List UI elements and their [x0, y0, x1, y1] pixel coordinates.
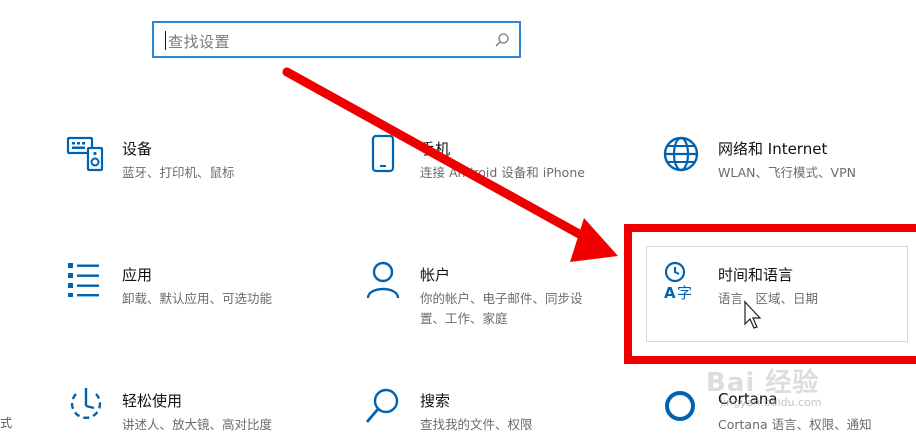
tile-description-line: 你的帐户、电子邮件、同步设: [420, 291, 583, 306]
tile-title: 轻松使用: [122, 392, 183, 410]
device-keyboard-speaker-icon: [66, 136, 104, 172]
phone-icon: [371, 134, 395, 173]
tile-description: 蓝牙、打印机、鼠标: [122, 165, 235, 180]
cut-off-text: 式: [0, 416, 13, 430]
search-icon[interactable]: [494, 32, 510, 48]
tile-description: 你的帐户、电子邮件、同步设 置、工作、家庭: [420, 289, 583, 329]
tile-description: WLAN、飞行模式、VPN: [718, 165, 856, 180]
search-box[interactable]: 查找设置: [152, 21, 521, 58]
tile-title: 设备: [122, 140, 153, 158]
globe-icon: [663, 136, 699, 172]
tile-description: Cortana 语言、权限、通知: [718, 417, 872, 432]
tile-description: 卸载、默认应用、可选功能: [122, 291, 273, 306]
text-caret: [165, 31, 166, 50]
tile-description: 查找我的文件、权限: [420, 417, 533, 432]
magnifier-icon: [365, 388, 399, 423]
tile-description: 连接 Android 设备和 iPhone: [420, 165, 585, 180]
ease-of-access-icon: [70, 388, 102, 419]
watermark-brand: Bai 经验: [706, 368, 820, 398]
search-placeholder: 查找设置: [168, 33, 231, 51]
tile-description: 讲述人、放大镜、高对比度: [122, 417, 273, 432]
person-icon: [366, 261, 400, 299]
tile-title: 搜索: [420, 392, 451, 410]
tile-title: 帐户: [420, 266, 451, 284]
cortana-ring-icon: [665, 391, 695, 421]
tile-title: 手机: [420, 140, 451, 158]
apps-list-icon: [68, 263, 99, 297]
annotation-highlight-box: [624, 224, 916, 364]
tile-title: 应用: [122, 266, 153, 284]
watermark-url: jingyan.baidu.com: [720, 396, 822, 409]
tile-title: 网络和 Internet: [718, 140, 828, 158]
tile-description-line: 置、工作、家庭: [420, 311, 508, 326]
annotation-arrow-head: [570, 218, 618, 262]
